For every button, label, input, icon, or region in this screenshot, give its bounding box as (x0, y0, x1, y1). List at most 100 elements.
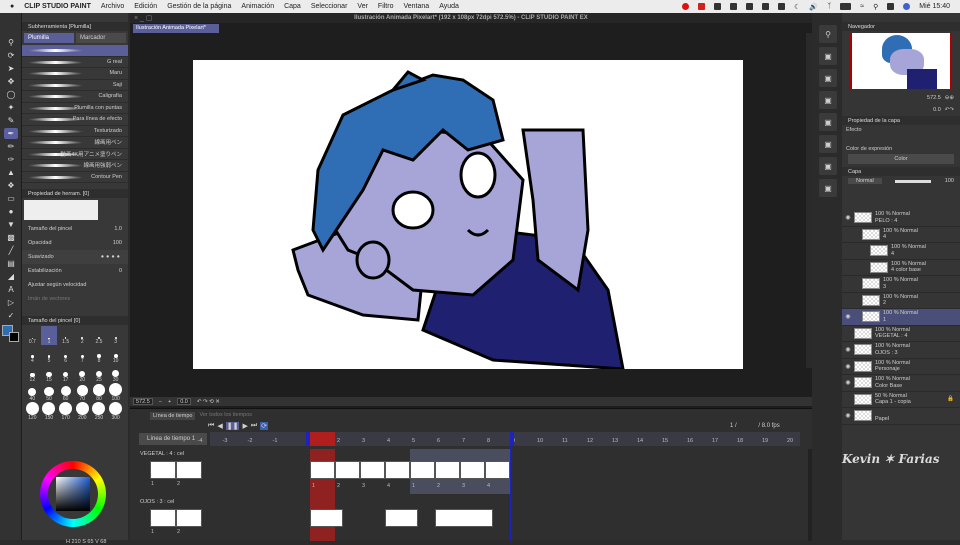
vegetal-cel-thumbnail[interactable] (310, 461, 335, 479)
menu-seleccionar[interactable]: Seleccionar (311, 3, 348, 10)
vegetal-cel-thumbnail[interactable] (460, 461, 485, 479)
brush-item[interactable]: 線画用強弱ペン (22, 160, 128, 172)
brush-item[interactable]: Para línea de efecto (22, 114, 128, 126)
siri-icon[interactable] (903, 3, 911, 10)
lasso-icon[interactable]: ◯ (4, 89, 18, 100)
pencil-tool-icon[interactable]: ✏ (4, 141, 18, 152)
brush-item[interactable]: 線画用ペン (22, 137, 128, 149)
layer-item[interactable]: 50 % Normal Capa 1 - copia 🔒 (842, 392, 960, 408)
tab-marcador[interactable]: Marcador (76, 33, 126, 43)
menu-gestion-pagina[interactable]: Gestión de la página (167, 3, 231, 10)
ojos-cel-thumbnail[interactable] (310, 509, 343, 527)
brush-size-option[interactable]: 100 (107, 383, 124, 402)
notification-icon[interactable] (714, 3, 722, 10)
menu-capa[interactable]: Capa (284, 3, 301, 10)
layer-item[interactable]: ◉ 100 % Normal Personaje (842, 359, 960, 375)
search-icon[interactable]: ⚲ (873, 3, 878, 11)
brush-item[interactable] (22, 45, 128, 57)
navigator-angle[interactable]: 0.0 ↶↷ (842, 105, 960, 114)
eyedropper-icon[interactable]: ✎ (4, 115, 18, 126)
gradient-icon[interactable]: ▩ (4, 232, 18, 243)
eraser-icon[interactable]: ▭ (4, 193, 18, 204)
vegetal-cel-preview[interactable] (150, 461, 176, 479)
brush-item[interactable]: 動画4K用アニメ塗りペン (22, 149, 128, 160)
ojos-cel-thumbnail[interactable] (385, 509, 418, 527)
layer-item[interactable]: ◉ 100 % Normal 1 (842, 309, 960, 326)
layer-item[interactable]: ◉ Papel (842, 408, 960, 425)
material-icon-2[interactable]: ▣ (819, 69, 837, 87)
layer-opacity-slider[interactable] (895, 179, 932, 183)
brush-size-option[interactable]: 2 (74, 326, 91, 345)
layer-item[interactable]: 100 % Normal 4 (842, 227, 960, 243)
pause-button[interactable]: ❚❚ (225, 422, 240, 430)
brush-size-option[interactable]: 2.5 (91, 326, 108, 345)
lock-icon[interactable]: 🔒 (947, 396, 960, 402)
brush-size-option[interactable]: 150 (41, 402, 58, 421)
menu-animacion[interactable]: Animación (241, 3, 274, 10)
operation-tool-icon[interactable]: ➤ (4, 63, 18, 74)
rotate-buttons[interactable]: ↶ ↷ ⟲ ✕ (197, 399, 220, 405)
vegetal-cel-thumbnail[interactable] (335, 461, 360, 479)
material-icon[interactable]: ▣ (819, 47, 837, 65)
material-icon-4[interactable]: ▣ (819, 113, 837, 131)
brush-size-option[interactable]: 12 (24, 364, 41, 383)
ruler-icon[interactable]: ◢ (4, 271, 18, 282)
navigator-tab[interactable]: Navegador (842, 22, 960, 31)
brush-size-option[interactable]: 1 (40, 326, 58, 345)
frame-icon[interactable]: ▤ (4, 258, 18, 269)
layer-tab[interactable]: Capa (842, 167, 960, 176)
vegetal-cel-thumbnail[interactable] (385, 461, 410, 479)
text-icon[interactable]: A (4, 284, 18, 295)
brush-size-option[interactable]: 3 (107, 326, 124, 345)
briefcase-icon[interactable] (730, 3, 738, 10)
zoom-tool-icon[interactable]: ⚲ (4, 37, 18, 48)
brush-size-option[interactable]: 200 (74, 402, 91, 421)
material-icon-5[interactable]: ▣ (819, 135, 837, 153)
material-icon-6[interactable]: ▣ (819, 157, 837, 175)
menu-filtro[interactable]: Filtro (378, 3, 394, 10)
tab-all-timelines[interactable]: Ver todos los tiempos (199, 412, 252, 420)
brush-size-option[interactable]: 170 (57, 402, 74, 421)
prev-frame-button[interactable]: ◀ (217, 422, 222, 430)
sub-color-swatch[interactable] (9, 332, 19, 342)
canvas-paper[interactable] (193, 60, 743, 369)
vegetal-cel-thumbnail[interactable] (360, 461, 385, 479)
balloon-icon[interactable]: ▷ (4, 297, 18, 308)
brush-item[interactable]: Texturizado (22, 126, 128, 137)
layer-opacity-value[interactable]: 100 (945, 178, 954, 184)
brush-size-option[interactable]: 25 (91, 364, 108, 383)
menu-archivo[interactable]: Archivo (101, 3, 124, 10)
layer-item[interactable]: 100 % Normal 2 (842, 293, 960, 309)
loop-button[interactable]: ⟳ (260, 422, 269, 430)
opacity-value[interactable]: 100 (113, 240, 122, 246)
vegetal-cel-thumbnail[interactable] (485, 461, 510, 479)
playhead[interactable] (310, 432, 335, 446)
color-wheel[interactable] (40, 461, 106, 527)
color-square[interactable] (56, 477, 90, 511)
layer-item[interactable]: ◉ 100 % Normal PELO : 4 (842, 210, 960, 227)
menu-edicion[interactable]: Edición (134, 3, 157, 10)
tab-timeline[interactable]: Línea de tiempo (150, 412, 196, 420)
brush-size-option[interactable]: 10 (107, 345, 124, 364)
brush-size-option[interactable]: 20 (74, 364, 91, 383)
app-tray-icon[interactable] (698, 3, 706, 10)
last-frame-button[interactable]: ⏭ (251, 422, 257, 430)
navigator-preview[interactable] (850, 33, 952, 89)
record-icon[interactable] (682, 3, 690, 10)
vegetal-cel-preview[interactable] (176, 461, 202, 479)
brush-size-option[interactable]: 120 (24, 402, 41, 421)
window-controls[interactable]: × _ ▢ (134, 14, 152, 22)
tab-plumilla[interactable]: Plumilla (24, 33, 74, 43)
brush-size-option[interactable]: 5 (41, 345, 58, 364)
brush-size-option[interactable]: 1.5 (57, 326, 74, 345)
brush-size-option[interactable]: 4 (24, 345, 41, 364)
brush-size-option[interactable]: 0.7 (24, 326, 41, 345)
brush-size-option[interactable]: 250 (91, 402, 108, 421)
document-tab[interactable]: Ilustración Animada Pixelart* (133, 24, 219, 33)
material-icon-3[interactable]: ▣ (819, 91, 837, 109)
fill-icon[interactable]: ▼ (4, 219, 18, 230)
menu-ver[interactable]: Ver (357, 3, 368, 10)
eye-icon[interactable]: ◉ (842, 363, 854, 370)
eye-icon[interactable]: ◉ (842, 412, 854, 419)
ojos-cel-preview[interactable] (150, 509, 176, 527)
